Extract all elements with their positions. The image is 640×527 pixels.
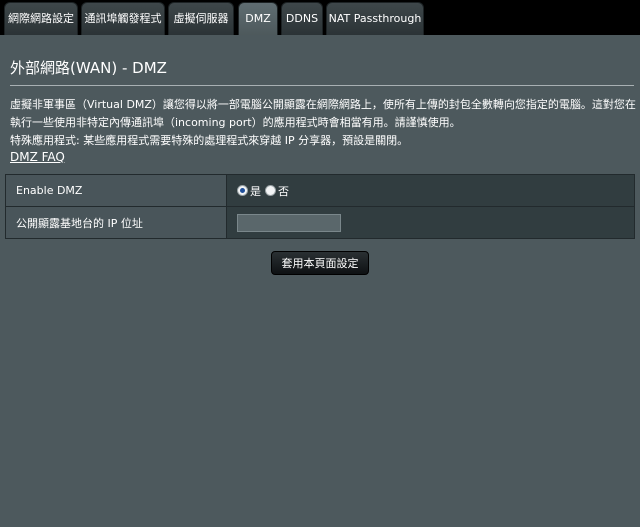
table-row: 公開顯露基地台的 IP 位址 [5,206,635,239]
tab-internet-settings[interactable]: 網際網路設定 [4,2,78,35]
title-divider [10,85,634,86]
page-title: 外部網路(WAN) - DMZ [10,59,167,77]
tab-ddns[interactable]: DDNS [281,2,323,35]
enable-dmz-yes-radio[interactable] [237,185,248,196]
exposed-ip-value [226,206,635,239]
enable-dmz-no-radio[interactable] [265,185,276,196]
tab-nat-passthrough[interactable]: NAT Passthrough [326,2,424,35]
enable-dmz-no-label: 否 [278,184,289,198]
enable-dmz-value: 是 否 [226,174,635,207]
enable-dmz-label: Enable DMZ [5,174,227,207]
tab-bar: 網際網路設定 通訊埠觸發程式 虛擬伺服器 DMZ DDNS NAT Passth… [0,0,640,36]
tab-port-trigger[interactable]: 通訊埠觸發程式 [81,2,165,35]
tab-virtual-server[interactable]: 虛擬伺服器 [168,2,234,35]
description-line-3: 特殊應用程式: 某些應用程式需要特殊的處理程式來穿越 IP 分享器，預設是關閉。 [10,134,409,147]
dmz-faq-link[interactable]: DMZ FAQ [10,150,65,164]
content-panel: 外部網路(WAN) - DMZ 虛擬非軍事區（Virtual DMZ）讓您得以將… [0,35,640,527]
enable-dmz-radio-group: 是 否 [237,183,634,199]
settings-table: Enable DMZ 是 否 公開顯露基地台的 IP 位址 [5,174,635,239]
exposed-ip-label: 公開顯露基地台的 IP 位址 [5,206,227,239]
description-line-2: 執行一些使用非特定內傳通訊埠（incoming port）的應用程式時會相當有用… [10,116,461,129]
exposed-ip-input[interactable] [237,213,341,232]
apply-settings-button[interactable]: 套用本頁面設定 [271,251,369,275]
tab-dmz[interactable]: DMZ [238,2,278,36]
enable-dmz-yes-label: 是 [250,184,261,198]
table-row: Enable DMZ 是 否 [5,174,635,207]
description-line-1: 虛擬非軍事區（Virtual DMZ）讓您得以將一部電腦公開顯露在網際網路上，使… [10,98,636,111]
